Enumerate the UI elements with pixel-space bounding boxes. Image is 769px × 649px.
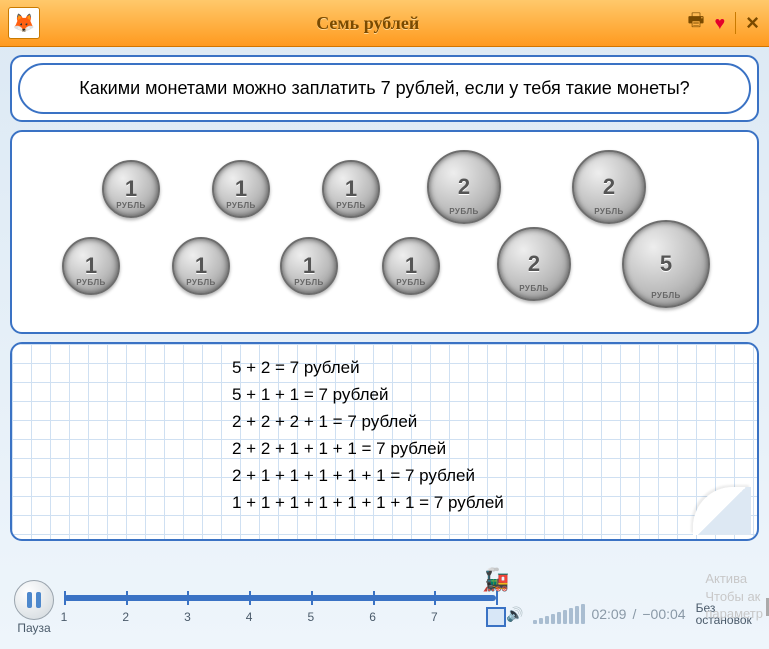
coin-1-ruble[interactable]: 1 РУБЛЬ [102,160,160,218]
track-marker[interactable] [486,607,506,627]
track-tick [311,591,313,605]
slide-track[interactable]: 12345678🚂 [64,587,496,637]
coin-unit: РУБЛЬ [186,279,216,287]
coin-unit: РУБЛЬ [116,202,146,210]
pause-control: Пауза [14,580,54,634]
coin-value: 2 [458,176,470,198]
coin-1-ruble[interactable]: 1 РУБЛЬ [382,237,440,295]
coin-value: 1 [345,178,357,200]
track-tick [187,591,189,605]
time-volume-group: 🔊 02:09 / −00:04 [506,604,686,624]
logo-glyph: 🦊 [13,13,35,34]
coin-1-ruble[interactable]: 1 РУБЛЬ [212,160,270,218]
track-tick [249,591,251,605]
coin-unit: РУБЛЬ [651,292,681,300]
track-tick-label: 2 [122,611,129,623]
coin-unit: РУБЛЬ [449,208,479,216]
heart-icon[interactable]: ♥ [714,13,725,34]
pause-label: Пауза [17,622,50,634]
track-tick [434,591,436,605]
coin-2-ruble[interactable]: 2 РУБЛЬ [497,227,571,301]
app-logo: 🦊 [8,7,40,39]
watermark-line: параметр [705,605,763,623]
track-tick [496,591,498,605]
track-tick-label: 4 [246,611,253,623]
question-container: Какими монетами можно заплатить 7 рублей… [10,55,759,122]
pause-button[interactable] [14,580,54,620]
question-text: Какими монетами можно заплатить 7 рублей… [18,63,751,114]
watermark-text: Актива Чтобы ак параметр [705,570,763,623]
coin-value: 5 [660,253,672,275]
time-remaining: −00:04 [642,607,685,621]
title-bar: 🦊 Семь рублей 🖶 ♥ × [0,0,769,47]
coin-1-ruble[interactable]: 1 РУБЛЬ [62,237,120,295]
coin-2-ruble[interactable]: 2 РУБЛЬ [572,150,646,224]
titlebar-separator [735,12,736,34]
coin-value: 1 [303,255,315,277]
track-tick [373,591,375,605]
footer-bar: Пауза 12345678🚂 🔊 02:09 / −00:04 Без ост… [0,564,769,649]
track-tick-label: 5 [308,611,315,623]
pause-icon [27,592,41,608]
app-window: 🦊 Семь рублей 🖶 ♥ × Какими монетами можн… [0,0,769,649]
coin-value: 2 [528,253,540,275]
track-rail [64,595,496,601]
coin-unit: РУБЛЬ [519,285,549,293]
answers-list: 5 + 2 = 7 рублей 5 + 1 + 1 = 7 рублей 2 … [232,354,504,516]
track-tick [126,591,128,605]
track-tick-label: 1 [61,611,68,623]
coin-value: 1 [85,255,97,277]
answers-panel: 5 + 2 = 7 рублей 5 + 1 + 1 = 7 рублей 2 … [10,342,759,541]
track-tick [64,591,66,605]
track-tick-label: 6 [369,611,376,623]
time-separator: / [632,607,636,621]
volume-meter[interactable] [533,604,585,624]
close-icon[interactable]: × [746,10,759,36]
coin-unit: РУБЛЬ [336,202,366,210]
train-icon: 🚂 [482,567,509,593]
time-elapsed: 02:09 [591,607,626,621]
window-title: Семь рублей [48,14,687,32]
coin-1-ruble[interactable]: 1 РУБЛЬ [322,160,380,218]
track-tick-label: 3 [184,611,191,623]
coin-value: 1 [125,178,137,200]
coin-unit: РУБЛЬ [396,279,426,287]
watermark-line: Чтобы ак [705,588,763,606]
coin-unit: РУБЛЬ [226,202,256,210]
print-icon[interactable]: 🖶 [687,8,704,38]
coins-panel: 1 РУБЛЬ 1 РУБЛЬ 1 РУБЛЬ 2 РУБЛЬ 2 РУБЛЬ 1 РУБЛЬ 1 РУБ… [10,130,759,334]
titlebar-actions: 🖶 ♥ × [687,8,759,38]
coin-1-ruble[interactable]: 1 РУБЛЬ [172,237,230,295]
coin-value: 2 [603,176,615,198]
watermark-line: Актива [705,570,763,588]
coin-5-ruble[interactable]: 5 РУБЛЬ [622,220,710,308]
coin-2-ruble[interactable]: 2 РУБЛЬ [427,150,501,224]
coin-value: 1 [235,178,247,200]
coin-1-ruble[interactable]: 1 РУБЛЬ [280,237,338,295]
coin-value: 1 [195,255,207,277]
coin-value: 1 [405,255,417,277]
track-tick-label: 7 [431,611,438,623]
content-body: Какими монетами можно заплатить 7 рублей… [0,47,769,564]
speaker-icon[interactable]: 🔊 [506,607,523,621]
coin-unit: РУБЛЬ [594,208,624,216]
coin-unit: РУБЛЬ [76,279,106,287]
coin-unit: РУБЛЬ [294,279,324,287]
